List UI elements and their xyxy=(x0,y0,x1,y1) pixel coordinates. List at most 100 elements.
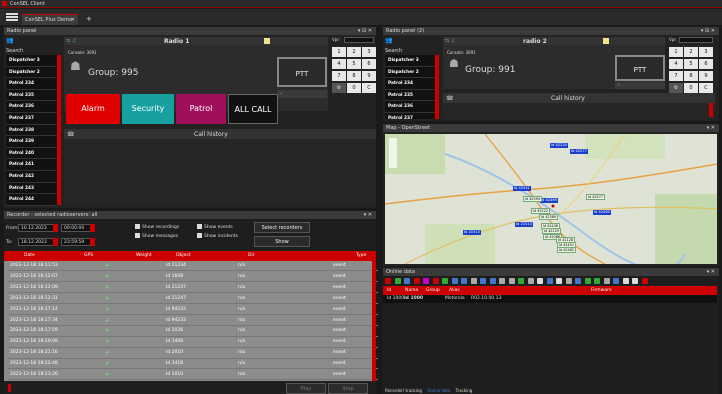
search-label[interactable]: Search xyxy=(6,48,23,54)
map-marker-label[interactable]: Id 21513 xyxy=(463,230,481,235)
keypad-key[interactable]: 0 xyxy=(347,83,361,93)
table-row[interactable]: 2023-12-18 18:17:14 Id 94232 n/a event ✚ xyxy=(8,305,378,315)
toolbar-icon[interactable] xyxy=(499,278,505,284)
list-item[interactable]: Patrol 241 xyxy=(6,159,57,171)
map-marker-label[interactable]: Id 42451 xyxy=(513,186,531,191)
list-item[interactable]: Patrol 234 xyxy=(385,78,435,90)
toolbar-icon[interactable] xyxy=(641,278,648,284)
note-icon[interactable] xyxy=(264,38,270,44)
toolbar-icon[interactable] xyxy=(575,278,581,284)
timeline-marker[interactable] xyxy=(8,384,11,392)
column-header[interactable]: Name xyxy=(405,288,418,293)
search-label-2[interactable]: Search xyxy=(385,48,402,54)
vpr-input[interactable] xyxy=(679,37,713,43)
link-icon[interactable]: ⇆ ♫ xyxy=(445,38,455,44)
toolbar-icon[interactable] xyxy=(461,278,467,284)
toolbar-icon[interactable] xyxy=(442,278,448,284)
all-call-button[interactable]: ALL CALL xyxy=(228,94,278,124)
column-header[interactable]: Alias xyxy=(449,288,460,293)
table-row[interactable]: 2023-12-18 18:21:16 Id 2010 n/a event ✚ xyxy=(8,348,378,359)
toolbar-icon[interactable] xyxy=(527,278,534,284)
show-events-checkbox[interactable]: Show events xyxy=(197,224,233,230)
settings-icon[interactable]: ⚙ xyxy=(332,83,346,93)
keypad-key[interactable]: C xyxy=(362,83,376,93)
column-header[interactable]: Firmware xyxy=(591,288,612,293)
keypad-key[interactable]: 2 xyxy=(347,47,361,57)
list-item[interactable]: Patrol 237 xyxy=(385,112,435,119)
keypad-key[interactable]: 5 xyxy=(347,59,361,69)
table-row[interactable]: 2023-12-18 18:23:26 Id 1010 n/a event ✚ xyxy=(8,370,378,381)
toolbar-icon[interactable] xyxy=(385,278,391,284)
toolbar-icon[interactable] xyxy=(546,278,553,284)
toolbar-icon[interactable] xyxy=(632,278,638,284)
list-item[interactable]: Patrol 235 xyxy=(6,89,57,102)
table-row[interactable]: 2023-12-18 18:17:59 Id 2026 n/a event ✚ xyxy=(8,326,378,337)
toolbar-icon[interactable] xyxy=(565,278,572,284)
keypad-key[interactable]: 2 xyxy=(684,47,698,57)
toolbar-icon[interactable] xyxy=(432,278,439,284)
list-item[interactable]: Patrol 236 xyxy=(385,101,435,113)
keypad-key[interactable]: 5 xyxy=(684,59,698,69)
table-row[interactable]: 2023-12-18 18:22:48 Id 3418 n/a event ✚ xyxy=(8,359,378,370)
stop-button[interactable]: Stop xyxy=(328,383,368,394)
toolbar-icon[interactable] xyxy=(451,278,458,284)
keypad-key[interactable]: 1 xyxy=(669,47,683,57)
keypad-key[interactable]: 8 xyxy=(347,71,361,81)
ptt-button[interactable]: PTT xyxy=(277,57,327,87)
keypad-key[interactable]: 3 xyxy=(362,47,376,57)
list-item[interactable]: Dispatcher 3 xyxy=(6,55,57,67)
list-item[interactable]: Dispatcher 3 xyxy=(385,55,435,67)
show-incidents-checkbox[interactable]: Show incidents xyxy=(197,233,238,239)
vpr-input[interactable] xyxy=(344,37,374,43)
toolbar-icon[interactable] xyxy=(584,278,591,284)
keypad-key[interactable]: 9 xyxy=(699,71,713,81)
security-button[interactable]: Security xyxy=(122,94,174,124)
column-header[interactable]: Group xyxy=(426,288,440,293)
table-row[interactable]: 2023-12-18 18:11:53 Id 21234 n/a event ✚ xyxy=(8,261,378,272)
keypad-key[interactable]: 9 xyxy=(362,71,376,81)
list-item[interactable]: Patrol 237 xyxy=(6,112,57,125)
toolbar-icon[interactable] xyxy=(603,278,610,284)
keypad-key[interactable]: 8 xyxy=(684,71,698,81)
list-item[interactable]: Patrol 235 xyxy=(385,89,435,102)
column-header[interactable]: Type xyxy=(356,253,366,258)
keypad-key[interactable]: 6 xyxy=(699,59,713,69)
toolbar-icon[interactable] xyxy=(537,278,543,284)
column-header[interactable]: Date xyxy=(24,253,35,258)
list-scrollbar[interactable] xyxy=(57,55,61,205)
list-item[interactable]: Dispatcher 2 xyxy=(385,66,435,79)
play-button[interactable]: Play xyxy=(286,383,326,394)
hamburger-menu-icon[interactable] xyxy=(6,13,18,21)
patrol-button[interactable]: Patrol xyxy=(176,94,226,124)
scrollbar[interactable] xyxy=(709,103,713,117)
keypad-key[interactable]: 7 xyxy=(332,71,346,81)
table-row[interactable]: 2023-12-18 18:20:09 Id 3408 n/a event ✚ xyxy=(8,337,378,348)
toolbar-icon[interactable] xyxy=(489,278,496,284)
users-icon[interactable]: 👥 xyxy=(385,37,392,44)
map-marker-label[interactable]: Id 42594 xyxy=(523,196,543,202)
column-header[interactable]: GPS xyxy=(84,253,93,258)
show-messages-checkbox[interactable]: Show messages xyxy=(135,233,178,239)
toolbar-icon[interactable] xyxy=(556,278,562,284)
tab-consel-plus-demo[interactable]: ConSEL Plus Demo ✕ xyxy=(22,14,78,25)
table-scrollbar[interactable] xyxy=(372,251,376,381)
calendar-icon[interactable] xyxy=(53,224,58,232)
tab-tracking[interactable]: Tracking xyxy=(456,388,473,393)
select-recorders-button[interactable]: Select recorders xyxy=(254,222,310,233)
clock-icon[interactable] xyxy=(90,238,95,246)
table-row[interactable]: 2023-12-18 18:12:07 Id 1608 n/a event ✚ xyxy=(8,272,378,283)
map-marker-label[interactable]: Id 42577 xyxy=(570,149,588,154)
show-recordings-checkbox[interactable]: Show recordings xyxy=(135,224,179,230)
toolbar-icon[interactable] xyxy=(413,278,420,284)
keypad-key[interactable]: 4 xyxy=(332,59,346,69)
list-item[interactable]: Dispatcher 2 xyxy=(6,66,57,79)
keypad-key[interactable]: 3 xyxy=(699,47,713,57)
table-row[interactable]: 2023-12-18 18:12:31 Id 21247 n/a event ✚ xyxy=(8,294,378,305)
column-header[interactable]: Dir xyxy=(248,253,255,258)
keypad-key[interactable]: 4 xyxy=(669,59,683,69)
list-item[interactable]: Patrol 243 xyxy=(6,182,57,195)
map-marker-label[interactable]: Id 21513 xyxy=(515,222,533,227)
list-item[interactable]: Patrol 244 xyxy=(6,194,57,206)
keypad-key[interactable]: 6 xyxy=(362,59,376,69)
tab-recorder-tracking[interactable]: Recorder/ tracking xyxy=(385,388,422,393)
